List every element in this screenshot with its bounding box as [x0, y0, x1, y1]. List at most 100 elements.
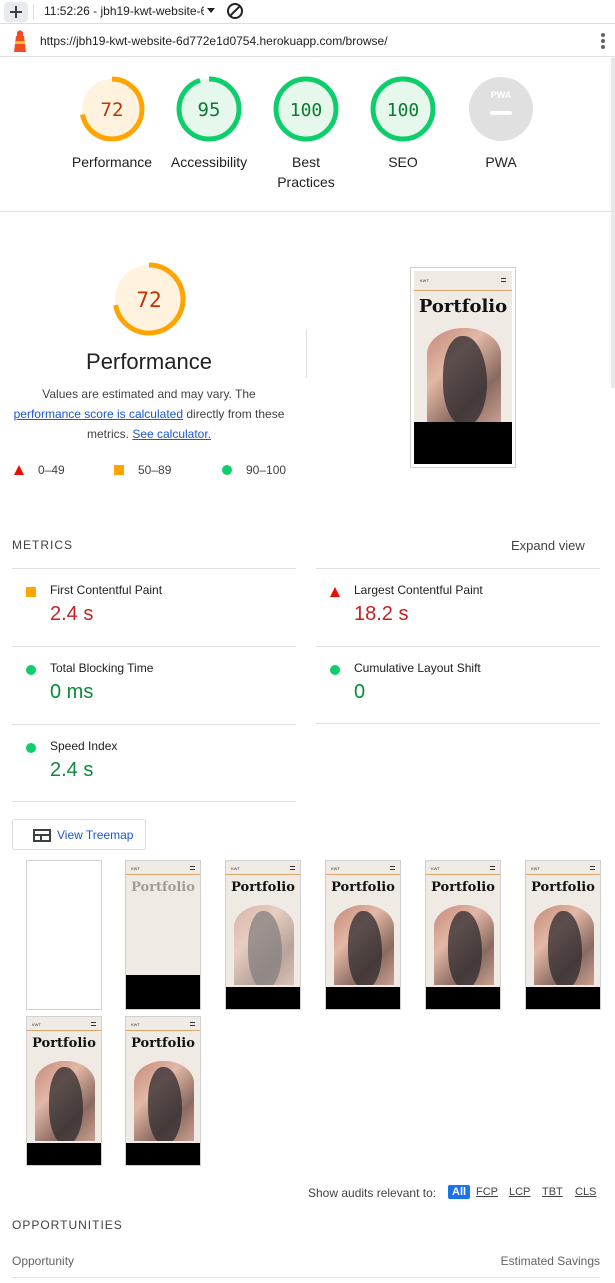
filter-chip-cls[interactable]: CLS [575, 1186, 596, 1198]
filmstrip-frame: KWT Portfolio [125, 860, 201, 1010]
audits-filter-label: Show audits relevant to: [308, 1186, 437, 1200]
performance-gauge: 72 [112, 262, 186, 336]
metric-lcp: Largest Contentful Paint 18.2 s [316, 568, 600, 646]
frame-page: KWT Portfolio [27, 1017, 101, 1165]
performance-title: Performance [86, 349, 212, 374]
tattoo-photo [427, 328, 501, 423]
view-treemap-button[interactable]: View Treemap [12, 819, 146, 850]
frame-page: KWT Portfolio [226, 861, 300, 1009]
plus-icon[interactable] [4, 2, 28, 22]
metric-value: 2.4 s [50, 759, 94, 781]
filter-chip-tbt[interactable]: TBT [542, 1186, 563, 1198]
expand-view-toggle[interactable]: Expand view [511, 538, 585, 553]
filter-chip-lcp[interactable]: LCP [509, 1186, 530, 1198]
score-gauge: 100 [273, 76, 339, 142]
score-gauge: 100 [370, 76, 436, 142]
legend-range: 50–89 [138, 463, 172, 477]
divider [12, 801, 296, 802]
final-screenshot[interactable]: KWT Portfolio [410, 267, 516, 468]
square-icon [114, 465, 124, 475]
tab-separator [33, 4, 34, 20]
metric-name: Total Blocking Time [50, 661, 154, 675]
metrics-header: METRICS [12, 538, 73, 552]
filmstrip-frame [26, 860, 102, 1010]
gauge-label: Performance [71, 154, 153, 170]
gauge-seo[interactable]: 100 SEO [348, 76, 458, 172]
page-url[interactable]: https://jbh19-kwt-website-6d772e1d0754.h… [40, 34, 388, 48]
filmstrip-frame: KWT Portfolio [425, 860, 501, 1010]
divider [306, 330, 307, 378]
gauge-score: 72 [101, 99, 124, 121]
filmstrip-frame: KWT Portfolio [26, 1016, 102, 1166]
gauge-accessibility[interactable]: 95 Accessibility [154, 76, 264, 172]
category-scores: 72 Performance 95 Accessibility 100 Best… [0, 58, 615, 212]
screenshot-page: KWT Portfolio [414, 271, 512, 464]
opportunities-header: OPPORTUNITIES [12, 1218, 123, 1232]
screenshot-title: Portfolio [418, 296, 508, 317]
gauge-best-practices[interactable]: 100 Best Practices [251, 76, 361, 192]
url-bar: https://jbh19-kwt-website-6d772e1d0754.h… [0, 25, 615, 57]
block-icon[interactable] [227, 3, 243, 19]
estimated-savings-column: Estimated Savings [500, 1254, 600, 1268]
tattoo-photo [334, 905, 394, 985]
metric-tbt: Total Blocking Time 0 ms [12, 646, 296, 724]
tattoo-photo [134, 1061, 194, 1141]
performance-description: Values are estimated and may vary. The p… [10, 384, 288, 444]
gauge-pwa[interactable]: PWA PWA [446, 76, 556, 172]
metric-value: 0 ms [50, 681, 94, 703]
treemap-label: View Treemap [57, 828, 134, 842]
screenshot-navbar: KWT [414, 271, 512, 291]
kebab-menu-icon[interactable] [601, 33, 605, 49]
metric-name: Cumulative Layout Shift [354, 661, 481, 675]
lighthouse-icon [14, 30, 26, 52]
metric-value: 0 [354, 681, 366, 703]
circle-icon [26, 743, 36, 753]
see-calculator-link[interactable]: See calculator. [132, 427, 211, 441]
frame-page: KWT Portfolio [326, 861, 400, 1009]
pwa-badge-text: PWA [491, 90, 512, 100]
screenshot-brand: KWT [420, 278, 429, 283]
chevron-down-icon[interactable] [207, 8, 215, 13]
tab-title[interactable]: 11:52:26 - jbh19-kwt-website-6 [44, 4, 204, 18]
frame-footer-block [226, 987, 300, 1009]
circle-icon [330, 665, 340, 675]
metric-speed-index: Speed Index 2.4 s [12, 724, 296, 802]
legend-range: 0–49 [38, 463, 65, 477]
hamburger-icon [501, 278, 506, 282]
opportunities-column-headers: Opportunity Estimated Savings [12, 1252, 600, 1278]
score-calculated-link[interactable]: performance score is calculated [14, 407, 183, 421]
metric-fcp: First Contentful Paint 2.4 s [12, 568, 296, 646]
tab-bar: 11:52:26 - jbh19-kwt-website-6 [0, 0, 615, 24]
gauge-label: Accessibility [170, 154, 248, 170]
gauge-score: 100 [290, 100, 323, 121]
frame-page: KWT Portfolio [526, 861, 600, 1009]
gauge-performance[interactable]: 72 Performance [57, 76, 167, 172]
gauge-score: 100 [387, 100, 420, 121]
circle-icon [222, 465, 232, 475]
frame-footer-block [326, 987, 400, 1009]
circle-icon [26, 665, 36, 675]
metric-value: 18.2 s [354, 603, 409, 625]
desc-text: Values are estimated and may vary. The [42, 387, 256, 401]
metric-name: Speed Index [50, 739, 118, 753]
opportunity-column: Opportunity [12, 1254, 75, 1268]
gauge-score: 95 [198, 99, 221, 121]
frame-footer-block [126, 1143, 200, 1165]
frame-page: KWT Portfolio [126, 861, 200, 1009]
screenshot-footer-block [414, 422, 512, 464]
pwa-badge-icon: PWA [469, 77, 533, 141]
filter-chip-fcp[interactable]: FCP [476, 1186, 498, 1198]
score-gauge: 72 [79, 76, 145, 142]
filmstrip-frame: KWT Portfolio [525, 860, 601, 1010]
metric-name: First Contentful Paint [50, 583, 163, 597]
triangle-icon [330, 587, 340, 597]
treemap-icon [33, 829, 51, 842]
filmstrip-frame: KWT Portfolio [325, 860, 401, 1010]
filter-chip-all[interactable]: All [448, 1185, 471, 1199]
frame-footer-block [126, 975, 200, 1009]
metric-name: Largest Contentful Paint [354, 583, 483, 597]
metric-value: 2.4 s [50, 603, 94, 625]
tattoo-photo [234, 905, 294, 985]
metric-cls: Cumulative Layout Shift 0 [316, 646, 600, 724]
frame-footer-block [526, 987, 600, 1009]
